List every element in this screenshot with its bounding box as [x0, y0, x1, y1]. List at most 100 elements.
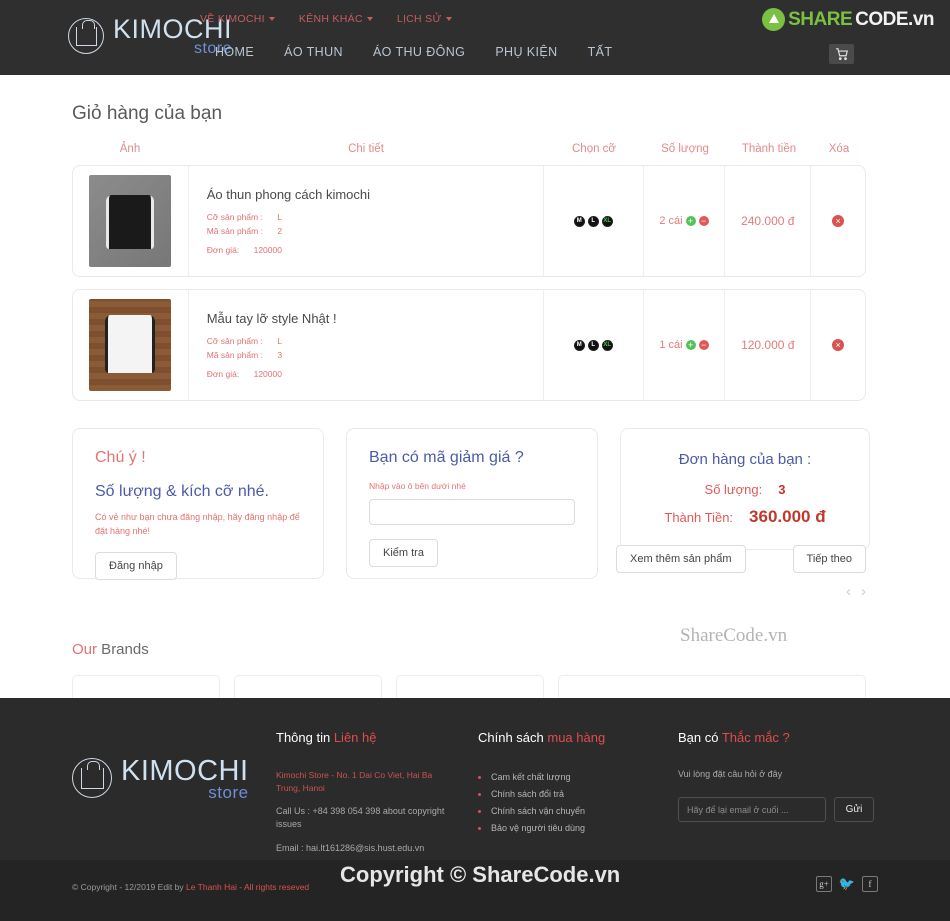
column-header-thanh-tien: Thành tiền: [741, 143, 797, 155]
summary-total-row: Thành Tiền: 360.000 đ: [643, 507, 847, 527]
summary-quantity-row: Số lượng: 3: [643, 482, 847, 497]
nav-item-home[interactable]: HOME: [215, 45, 254, 59]
top-nav-item-kenh-khac[interactable]: KÊNH KHÁC: [299, 13, 373, 25]
notice-subheading: Số lượng & kích cỡ nhé.: [95, 483, 269, 500]
size-option-m[interactable]: M: [573, 215, 585, 227]
list-item[interactable]: Bảo vệ người tiêu dùng: [478, 820, 658, 837]
coupon-heading: Bạn có mã giảm giá ?: [369, 449, 524, 466]
shirt-circle-icon: [68, 17, 104, 54]
size-option-xl[interactable]: XL: [601, 215, 613, 227]
product-name: Mẫu tay lỡ style Nhật !: [206, 310, 337, 326]
column-header-chi-tiet: Chi tiết: [348, 143, 384, 155]
product-size-line: Cỡ sản phẩm : L: [207, 334, 337, 348]
size-label: Cỡ sản phẩm :: [206, 211, 263, 222]
next-step-button[interactable]: Tiếp theo: [792, 545, 866, 573]
site-footer: KIMOCHI store Thông tin Liên hệ Kimochi …: [0, 698, 950, 860]
product-price-line: Đơn giá: 120000: [207, 245, 370, 255]
chevron-left-icon[interactable]: ‹: [846, 583, 851, 600]
copyright-text-plain: © Copyright - 12/2019 Edit by: [72, 882, 186, 892]
code-label: Mã sản phẩm :: [206, 350, 263, 360]
delete-row-icon[interactable]: ×: [832, 215, 845, 227]
column-header-xoa: Xóa: [828, 143, 850, 155]
quantity-value: 1 cái: [659, 339, 683, 351]
top-nav-label: LỊCH SỬ: [396, 13, 442, 25]
shopping-cart-icon[interactable]: [829, 44, 854, 64]
sharecode-watermark-logo: SHARE CODE.vn: [762, 8, 934, 31]
check-coupon-button[interactable]: Kiểm tra: [369, 539, 438, 567]
column-header-anh: Ảnh: [119, 143, 141, 155]
code-value: 2: [277, 226, 283, 236]
footer-policy-title: Chính sách mua hàng: [478, 730, 658, 745]
size-selector-cell: M L XL: [544, 290, 644, 400]
top-nav-label: KÊNH KHÁC: [298, 13, 363, 25]
copyright-text-accent: Le Thanh Hai - All rights reseved: [186, 882, 310, 892]
sharecode-page-watermark: Copyright © ShareCode.vn: [340, 862, 621, 887]
delete-cell: ×: [811, 166, 865, 276]
google-plus-icon[interactable]: g+: [816, 876, 832, 892]
nav-item-phu-kien[interactable]: PHỤ KIỆN: [495, 45, 557, 59]
coupon-input[interactable]: [369, 499, 575, 525]
submit-email-button[interactable]: Gửi: [834, 797, 874, 822]
login-button[interactable]: Đăng nhập: [95, 552, 177, 580]
top-nav-item-lich-su[interactable]: LỊCH SỬ: [397, 13, 452, 25]
size-option-l[interactable]: L: [587, 339, 599, 351]
decrease-quantity-icon[interactable]: −: [698, 340, 709, 350]
order-summary-card: Đơn hàng của bạn : Số lượng: 3 Thành Tiề…: [620, 428, 870, 550]
top-nav-item-ve-kimochi[interactable]: VỀ KIMOCHI: [200, 13, 275, 25]
footer-email: Email : hai.lt161286@sis.hust.edu.vn: [276, 842, 425, 853]
footer-logo-text: KIMOCHI store: [121, 755, 249, 802]
product-detail-cell: Mẫu tay lỡ style Nhật ! Cỡ sản phẩm : L …: [189, 290, 544, 400]
email-field[interactable]: [678, 797, 826, 822]
shirt-circle-icon: [72, 758, 112, 798]
column-header-so-luong: Số lượng: [661, 143, 709, 155]
footer-logo-main: KIMOCHI: [121, 755, 249, 787]
chevron-down-icon: [445, 17, 452, 21]
facebook-icon[interactable]: f: [862, 876, 878, 892]
table-row: Mẫu tay lỡ style Nhật ! Cỡ sản phẩm : L …: [72, 289, 866, 401]
top-navigation: VỀ KIMOCHI KÊNH KHÁC LỊCH SỬ: [200, 13, 452, 25]
footer-contact-column: Thông tin Liên hệ Kimochi Store - No. 1 …: [276, 730, 456, 865]
summary-heading: Đơn hàng của bạn :: [678, 451, 812, 468]
footer-ask-text: Vui lòng đặt câu hỏi ở đây: [678, 769, 783, 779]
size-selector-cell: M L XL: [544, 166, 644, 276]
price-label: Đơn giá:: [206, 245, 240, 256]
product-price-line: Đơn giá: 120000: [207, 369, 337, 379]
twitter-icon[interactable]: 🐦: [839, 876, 855, 892]
white-tshirt-thumbnail[interactable]: [89, 299, 172, 391]
footer-address: Kimochi Store - No. 1 Dai Co Viet, Hai B…: [276, 770, 433, 793]
sharecode-recycle-icon: [762, 8, 786, 31]
footer-contact-title-accent: Liên hệ: [333, 730, 377, 745]
brands-title: Our Brands: [72, 641, 950, 658]
footer-question-column: Bạn có Thắc mắc ? Vui lòng đặt câu hỏi ở…: [678, 730, 898, 822]
copyright-text: © Copyright - 12/2019 Edit by Le Thanh H…: [72, 882, 309, 892]
list-item[interactable]: Chính sách đổi trả: [478, 786, 658, 803]
black-tshirt-thumbnail[interactable]: [89, 175, 172, 267]
line-total-cell: 120.000 đ: [725, 290, 812, 400]
increase-quantity-icon[interactable]: +: [685, 216, 696, 226]
increase-quantity-icon[interactable]: +: [685, 340, 696, 350]
top-nav-label: VỀ KIMOCHI: [200, 13, 265, 25]
size-option-l[interactable]: L: [587, 215, 599, 227]
size-option-m[interactable]: M: [573, 339, 585, 351]
brands-watermark: ShareCode.vn: [680, 625, 788, 646]
product-image-cell: [73, 290, 189, 400]
decrease-quantity-icon[interactable]: −: [698, 216, 709, 226]
view-more-products-button[interactable]: Xem thêm sản phẩm: [616, 545, 746, 573]
page-body: Giỏ hàng của bạn Ảnh Chi tiết Chọn cỡ Số…: [0, 103, 950, 703]
delete-cell: ×: [811, 290, 865, 400]
list-item[interactable]: Chính sách vận chuyển: [478, 803, 658, 820]
chevron-right-icon[interactable]: ›: [861, 583, 866, 600]
brands-title-accent: Our: [72, 641, 98, 658]
nav-item-tat[interactable]: TẤT: [588, 45, 613, 59]
footer-logo[interactable]: KIMOCHI store: [72, 755, 249, 801]
size-option-xl[interactable]: XL: [601, 339, 613, 351]
nav-item-ao-thu-dong[interactable]: ÁO THU ĐÔNG: [373, 45, 465, 59]
delete-row-icon[interactable]: ×: [832, 339, 845, 351]
list-item[interactable]: Cam kết chất lượng: [478, 769, 658, 786]
footer-contact-title: Thông tin Liên hệ: [276, 730, 456, 745]
size-selector: M L XL: [573, 215, 613, 227]
price-label: Đơn giá:: [206, 369, 240, 380]
brands-carousel-arrows: ‹ ›: [846, 583, 866, 600]
quantity-stepper: 2 cái + −: [659, 215, 709, 227]
nav-item-ao-thun[interactable]: ÁO THUN: [284, 45, 343, 59]
